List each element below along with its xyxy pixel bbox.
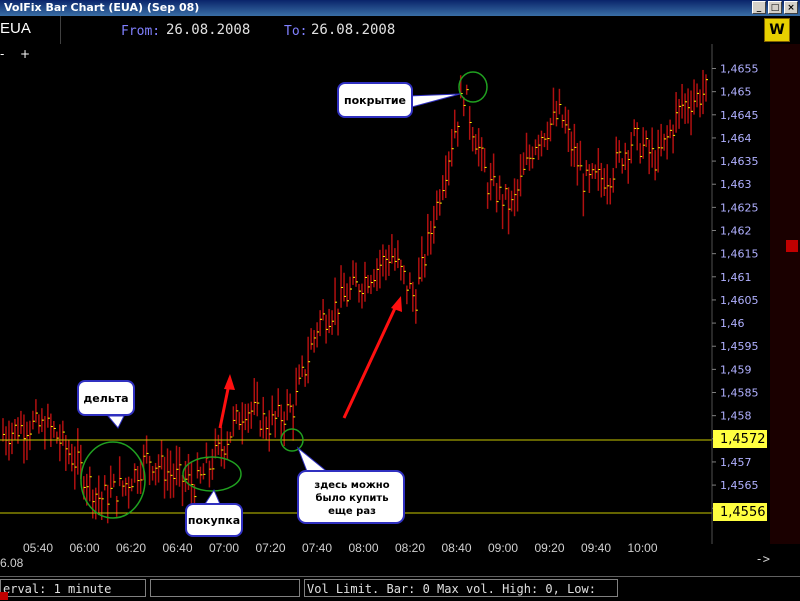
time-tick-label: 06:20 [116,541,146,555]
price-tick-label: 1,458 [720,410,752,423]
header-divider [60,16,61,44]
window-title: VolFix Bar Chart (EUA) (Sep 08) [4,1,200,14]
time-tick-label: 07:40 [302,541,332,555]
price-tick-label: 1,462 [720,225,752,238]
price-tick-label: 1,4605 [720,294,759,307]
time-tick-label: 09:00 [488,541,518,555]
price-tick-label: 1,459 [720,363,752,376]
price-tick-label: 1,457 [720,456,752,469]
callout-buy-text: покупка [188,514,240,527]
price-tick-label: 1,4615 [720,248,759,261]
volfix-logo-icon[interactable]: W [764,18,790,42]
level-label-upper: 1,4572 [720,432,766,447]
from-label: From: [121,24,161,39]
price-tick-label: 1,4655 [720,63,759,76]
callout-cover: покрытие [337,82,461,118]
time-tick-label: 07:00 [209,541,239,555]
price-tick-label: 1,4645 [720,109,759,122]
red-arrow-1-head [224,374,235,390]
callout-cover-text: покрытие [344,94,406,107]
callout-rebuy-line2: было купить [315,492,388,504]
red-arrow-2-head [391,296,402,312]
time-tick-label: 10:00 [627,541,657,555]
price-tick-label: 1,461 [720,271,752,284]
price-tick-label: 1,4565 [720,479,759,492]
to-date[interactable]: 26.08.2008 [311,22,395,38]
price-tick-label: 1,4625 [720,201,759,214]
window-titlebar: VolFix Bar Chart (EUA) (Sep 08) _ □ × [0,0,800,16]
close-button[interactable]: × [784,1,798,14]
chart-date: 6.08 [0,556,24,570]
time-tick-label: 07:20 [255,541,285,555]
vol-limit-status: Vol Limit. Bar: 0 Max vol. High: 0, Low: [304,579,618,597]
price-bars [2,69,709,524]
to-label: To: [284,24,308,39]
callout-delta: дельта [77,380,135,429]
right-marker-icon [786,240,798,252]
red-arrow-1 [218,383,231,429]
time-tick-label: 09:40 [581,541,611,555]
price-tick-label: 1,4595 [720,340,759,353]
scroll-right-button[interactable]: -> [756,552,770,566]
chart-header: EUA From: 26.08.2008 To: 26.08.2008 W [0,16,800,44]
from-date[interactable]: 26.08.2008 [166,22,250,38]
price-tick-label: 1,4635 [720,155,759,168]
time-tick-label: 09:20 [534,541,564,555]
price-tick-label: 1,465 [720,86,752,99]
status-empty-cell [150,579,300,597]
right-panel [770,44,800,544]
status-bar: erval: 1 minute Vol Limit. Bar: 0 Max vo… [0,576,800,601]
maximize-button[interactable]: □ [768,1,782,14]
time-tick-label: 06:00 [69,541,99,555]
minimize-button[interactable]: _ [752,1,766,14]
price-tick-label: 1,463 [720,178,752,191]
callout-rebuy-line1: здесь можно [314,480,389,491]
time-tick-label: 05:40 [23,541,53,555]
price-tick-label: 1,464 [720,132,752,145]
price-chart[interactable]: 1,4655 1,465 1,4645 1,464 1,4635 1,463 1,4625 1… [0,44,800,574]
callout-rebuy-line3: еще раз [328,506,376,517]
price-tick-label: 1,4585 [720,387,759,400]
status-marker-icon [0,592,8,600]
symbol-label: EUA [0,20,31,37]
cover-circle [458,71,488,103]
time-tick-label: 08:40 [441,541,471,555]
callout-delta-text: дельта [83,392,128,405]
price-tick-label: 1,46 [720,317,745,330]
time-tick-label: 08:00 [348,541,378,555]
time-tick-label: 08:20 [395,541,425,555]
level-label-lower: 1,4556 [720,505,766,520]
time-axis-ticks: 05:40 06:00 06:20 06:40 07:00 07:20 07:40 08:00… [23,541,658,555]
time-tick-label: 06:40 [162,541,192,555]
callout-rebuy: здесь можно было купить еще раз [296,446,405,524]
interval-status: erval: 1 minute [0,579,146,597]
red-arrow-2 [342,305,398,419]
